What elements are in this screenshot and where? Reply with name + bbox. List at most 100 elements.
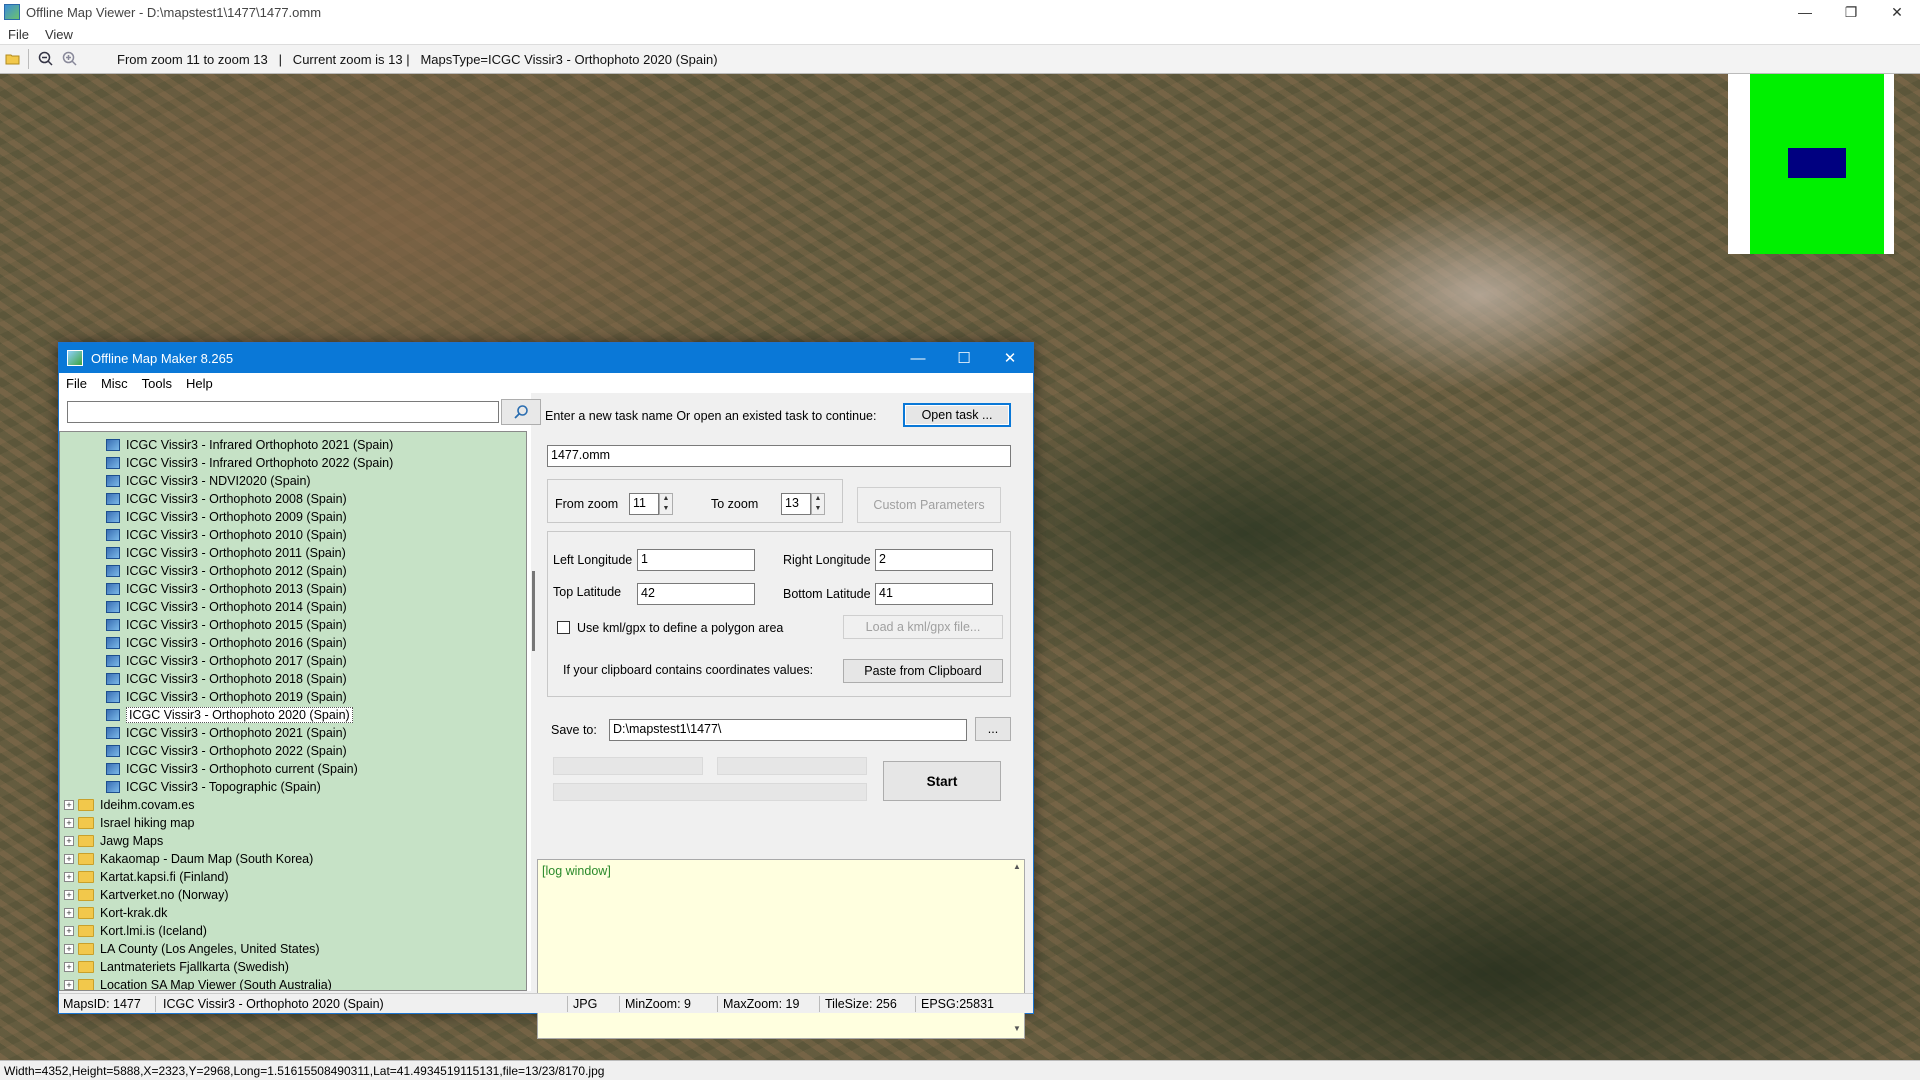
from-zoom-spinner[interactable]: ▲ ▼	[659, 493, 673, 515]
left-longitude-field[interactable]: 1	[637, 549, 755, 571]
save-path-field[interactable]: D:\mapstest1\1477\	[609, 719, 967, 741]
overview-map[interactable]	[1728, 74, 1894, 254]
expand-icon[interactable]: +	[64, 872, 74, 882]
provider-folder[interactable]: + Ideihm.covam.es	[64, 796, 194, 814]
top-latitude-field[interactable]: 42	[637, 583, 755, 605]
map-list-item-label: ICGC Vissir3 - Orthophoto 2011 (Spain)	[126, 546, 346, 560]
browse-button[interactable]: ...	[975, 717, 1011, 741]
open-task-button[interactable]: Open task ...	[903, 403, 1011, 427]
map-list-item[interactable]: ICGC Vissir3 - Orthophoto 2018 (Spain)	[106, 670, 347, 688]
expand-icon[interactable]: +	[64, 836, 74, 846]
map-list-item-label: ICGC Vissir3 - Orthophoto 2021 (Spain)	[126, 726, 347, 740]
map-list-item[interactable]: ICGC Vissir3 - Orthophoto 2019 (Spain)	[106, 688, 347, 706]
provider-folder[interactable]: + Location SA Map Viewer (South Australia…	[64, 976, 332, 990]
expand-icon[interactable]: +	[64, 962, 74, 972]
provider-folder[interactable]: + Jawg Maps	[64, 832, 163, 850]
dialog-maximize-icon[interactable]: ☐	[941, 343, 987, 373]
to-zoom-field[interactable]: 13	[781, 493, 811, 515]
spin-down-icon[interactable]: ▼	[812, 504, 824, 514]
dialog-menu-help[interactable]: Help	[179, 376, 220, 391]
zoom-out-icon[interactable]	[35, 48, 57, 70]
map-list-item[interactable]: ICGC Vissir3 - Orthophoto 2010 (Spain)	[106, 526, 347, 544]
expand-icon[interactable]: +	[64, 818, 74, 828]
map-list-item[interactable]: ICGC Vissir3 - Orthophoto 2012 (Spain)	[106, 562, 347, 580]
task-name-field[interactable]: 1477.omm	[547, 445, 1011, 467]
dialog-menu-file[interactable]: File	[59, 376, 94, 391]
map-list-item[interactable]: ICGC Vissir3 - Orthophoto 2020 (Spain)	[106, 706, 353, 724]
close-icon[interactable]: ✕	[1874, 0, 1920, 24]
folder-open-icon[interactable]	[2, 48, 24, 70]
expand-icon[interactable]: +	[64, 908, 74, 918]
expand-icon[interactable]: +	[64, 890, 74, 900]
dialog-title: Offline Map Maker 8.265	[91, 350, 234, 366]
dialog-titlebar[interactable]: Offline Map Maker 8.265 — ☐ ✕	[59, 343, 1033, 373]
menu-file[interactable]: File	[0, 27, 37, 42]
provider-folder-label: Kakaomap - Daum Map (South Korea)	[100, 852, 314, 866]
overview-viewport[interactable]	[1788, 148, 1846, 178]
tree-scrollbar-thumb[interactable]	[532, 571, 535, 651]
map-list-item[interactable]: ICGC Vissir3 - Orthophoto 2014 (Spain)	[106, 598, 347, 616]
map-list-item[interactable]: ICGC Vissir3 - Orthophoto current (Spain…	[106, 760, 358, 778]
minimize-icon[interactable]: —	[1782, 0, 1828, 24]
spin-down-icon[interactable]: ▼	[660, 504, 672, 514]
expand-icon[interactable]: +	[64, 854, 74, 864]
provider-folder[interactable]: + Kartverket.no (Norway)	[64, 886, 229, 904]
bottom-latitude-field[interactable]: 41	[875, 583, 993, 605]
expand-icon[interactable]: +	[64, 800, 74, 810]
provider-folder[interactable]: + Kakaomap - Daum Map (South Korea)	[64, 850, 313, 868]
status-separator	[155, 996, 156, 1012]
status-separator	[619, 996, 620, 1012]
menu-view[interactable]: View	[37, 27, 81, 42]
map-list-item[interactable]: ICGC Vissir3 - NDVI2020 (Spain)	[106, 472, 311, 490]
dialog-menu-tools[interactable]: Tools	[135, 376, 179, 391]
provider-folder-label: LA County (Los Angeles, United States)	[100, 942, 320, 956]
spin-up-icon[interactable]: ▲	[812, 494, 824, 504]
expand-icon[interactable]: +	[64, 926, 74, 936]
map-list-item[interactable]: ICGC Vissir3 - Orthophoto 2015 (Spain)	[106, 616, 347, 634]
provider-folder[interactable]: + Israel hiking map	[64, 814, 195, 832]
provider-folder[interactable]: + Kartat.kapsi.fi (Finland)	[64, 868, 229, 886]
map-list-item[interactable]: ICGC Vissir3 - Orthophoto 2011 (Spain)	[106, 544, 346, 562]
paste-clipboard-button[interactable]: Paste from Clipboard	[843, 659, 1003, 683]
map-list-item[interactable]: ICGC Vissir3 - Infrared Orthophoto 2022 …	[106, 454, 393, 472]
provider-folder[interactable]: + Lantmateriets Fjallkarta (Swedish)	[64, 958, 289, 976]
from-zoom-field[interactable]: 11	[629, 493, 659, 515]
map-list-item[interactable]: ICGC Vissir3 - Topographic (Spain)	[106, 778, 321, 796]
dialog-minimize-icon[interactable]: —	[895, 343, 941, 373]
map-list-item[interactable]: ICGC Vissir3 - Orthophoto 2021 (Spain)	[106, 724, 347, 742]
map-list-item[interactable]: ICGC Vissir3 - Orthophoto 2008 (Spain)	[106, 490, 347, 508]
restore-icon[interactable]: ❐	[1828, 0, 1874, 24]
map-list-item[interactable]: ICGC Vissir3 - Orthophoto 2017 (Spain)	[106, 652, 347, 670]
map-list-item[interactable]: ICGC Vissir3 - Orthophoto 2016 (Spain)	[106, 634, 347, 652]
zoom-in-icon[interactable]	[59, 48, 81, 70]
load-kml-button[interactable]: Load a kml/gpx file...	[843, 615, 1003, 639]
map-tile-icon	[106, 439, 120, 451]
map-list-item[interactable]: ICGC Vissir3 - Orthophoto 2022 (Spain)	[106, 742, 347, 760]
provider-folder[interactable]: + LA County (Los Angeles, United States)	[64, 940, 320, 958]
map-tile-icon	[106, 601, 120, 613]
map-tree[interactable]: ICGC Vissir3 - Infrared Orthophoto 2021 …	[59, 431, 527, 991]
search-button[interactable]	[501, 399, 541, 425]
dialog-menu-misc[interactable]: Misc	[94, 376, 135, 391]
expand-icon[interactable]: +	[64, 980, 74, 990]
map-list-panel: ICGC Vissir3 - Infrared Orthophoto 2021 …	[59, 393, 541, 991]
folder-icon	[78, 799, 94, 811]
provider-folder[interactable]: + Kort.lmi.is (Iceland)	[64, 922, 207, 940]
scroll-down-icon[interactable]: ▼	[1013, 1024, 1021, 1033]
right-longitude-field[interactable]: 2	[875, 549, 993, 571]
dialog-close-icon[interactable]: ✕	[987, 343, 1033, 373]
kml-checkbox[interactable]	[557, 621, 570, 634]
provider-folder[interactable]: + Kort-krak.dk	[64, 904, 167, 922]
map-list-item[interactable]: ICGC Vissir3 - Orthophoto 2013 (Spain)	[106, 580, 347, 598]
map-list-item[interactable]: ICGC Vissir3 - Orthophoto 2009 (Spain)	[106, 508, 347, 526]
status-epsg: EPSG:25831	[921, 997, 994, 1011]
scroll-up-icon[interactable]: ▲	[1013, 862, 1021, 871]
map-list-item[interactable]: ICGC Vissir3 - Infrared Orthophoto 2021 …	[106, 436, 393, 454]
spin-up-icon[interactable]: ▲	[660, 494, 672, 504]
start-button[interactable]: Start	[883, 761, 1001, 801]
search-input[interactable]	[67, 401, 499, 423]
custom-parameters-button[interactable]: Custom Parameters	[857, 487, 1001, 523]
expand-icon[interactable]: +	[64, 944, 74, 954]
to-zoom-spinner[interactable]: ▲ ▼	[811, 493, 825, 515]
map-list-item-label: ICGC Vissir3 - Orthophoto 2013 (Spain)	[126, 582, 347, 596]
